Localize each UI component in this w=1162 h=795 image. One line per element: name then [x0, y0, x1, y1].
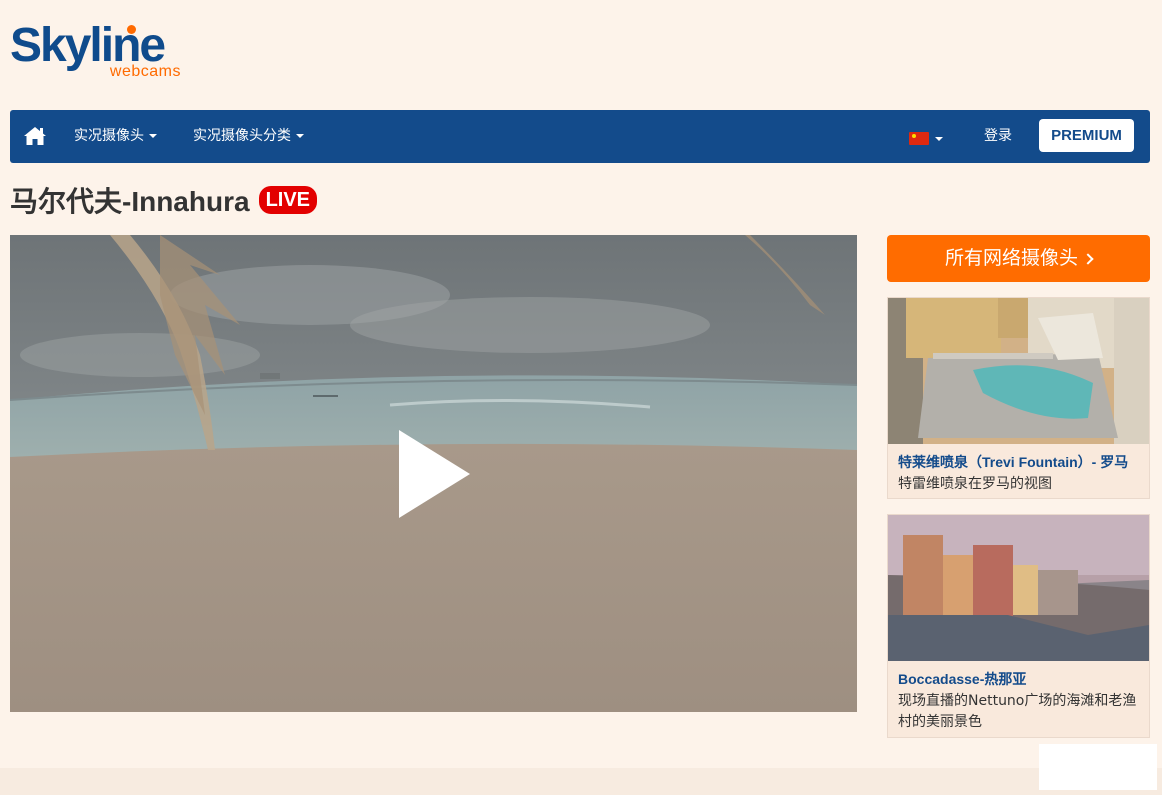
card-title[interactable]: 特莱维喷泉（Trevi Fountain）- 罗马 [898, 452, 1141, 472]
webcam-card[interactable]: 特莱维喷泉（Trevi Fountain）- 罗马 特雷维喷泉在罗马的视图 [887, 297, 1150, 499]
all-webcams-button[interactable]: 所有网络摄像头 [887, 235, 1150, 282]
premium-button[interactable]: PREMIUM [1039, 119, 1134, 152]
nav-categories-dropdown[interactable]: 实况摄像头分类 [193, 110, 304, 163]
page-title: 马尔代夫-Innahura LIVE [10, 182, 318, 218]
live-badge: LIVE [258, 186, 318, 214]
logo-dot [127, 25, 136, 34]
login-link[interactable]: 登录 [984, 110, 1012, 163]
chevron-down-icon [935, 137, 943, 141]
nav-categories-label: 实况摄像头分类 [193, 128, 291, 144]
webcam-card[interactable]: Boccadasse-热那亚 现场直播的Nettuno广场的海滩和老渔村的美丽景… [887, 514, 1150, 738]
chevron-down-icon [149, 134, 157, 138]
card-description: 现场直播的Nettuno广场的海滩和老渔村的美丽景色 [898, 693, 1137, 730]
card-thumbnail [888, 515, 1149, 661]
card-description: 特雷维喷泉在罗马的视图 [898, 476, 1052, 492]
chevron-down-icon [296, 134, 304, 138]
card-title[interactable]: Boccadasse-热那亚 [898, 669, 1141, 689]
card-thumbnail [888, 298, 1149, 444]
language-selector[interactable] [909, 130, 945, 145]
footer-band [0, 768, 1162, 795]
nav-live-cams-label: 实况摄像头 [74, 128, 144, 144]
webcam-player[interactable] [10, 235, 857, 712]
china-flag-icon [909, 132, 929, 145]
logo-subtitle: webcams [109, 63, 181, 80]
ad-placeholder [1039, 744, 1157, 790]
main-navbar: 实况摄像头 实况摄像头分类 登录 PREMIUM [10, 110, 1150, 163]
nav-live-cams-dropdown[interactable]: 实况摄像头 [74, 110, 157, 163]
chevron-right-icon [1082, 253, 1094, 265]
home-icon[interactable] [23, 125, 47, 147]
all-webcams-label: 所有网络摄像头 [944, 247, 1078, 269]
page-title-text: 马尔代夫-Innahura [10, 186, 250, 217]
site-logo[interactable]: Skyline webcams [10, 22, 185, 86]
play-icon[interactable] [395, 428, 473, 520]
